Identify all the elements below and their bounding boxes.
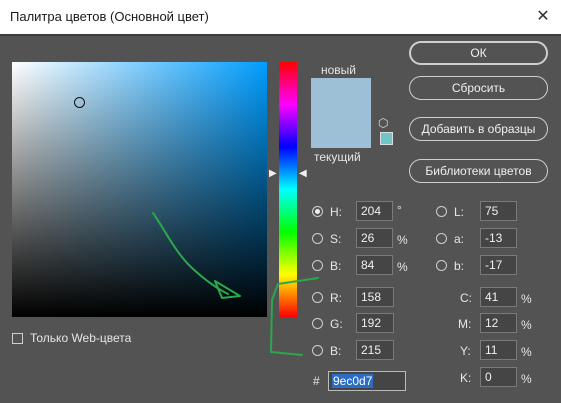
- add-to-swatches-button[interactable]: Добавить в образцы: [409, 117, 548, 141]
- g-label: G:: [330, 317, 343, 331]
- b-lab-input[interactable]: -17: [480, 255, 517, 275]
- b-rgb-label: B:: [330, 344, 342, 358]
- web-only-checkbox[interactable]: [12, 333, 23, 344]
- a-input[interactable]: -13: [480, 228, 517, 248]
- hue-slider[interactable]: [279, 62, 297, 317]
- b-hsb-label: B:: [330, 259, 342, 273]
- color-libraries-button[interactable]: Библиотеки цветов: [409, 159, 548, 183]
- s-input[interactable]: 26: [356, 228, 393, 248]
- radio-g[interactable]: [312, 318, 323, 329]
- l-label: L:: [454, 205, 465, 219]
- m-unit: %: [521, 318, 532, 332]
- radio-b-lab[interactable]: [436, 260, 447, 271]
- radio-h[interactable]: [312, 206, 323, 217]
- hex-input[interactable]: 9ec0d7: [328, 371, 406, 391]
- y-unit: %: [521, 345, 532, 359]
- l-input[interactable]: 75: [480, 201, 517, 221]
- radio-a[interactable]: [436, 233, 447, 244]
- b-lab-label: b:: [454, 259, 465, 273]
- m-input[interactable]: 12: [480, 313, 517, 333]
- reset-button[interactable]: Сбросить: [409, 76, 548, 100]
- c-label: C:: [460, 291, 472, 305]
- hex-label: #: [313, 374, 320, 388]
- hex-value: 9ec0d7: [332, 374, 374, 388]
- radio-b-rgb[interactable]: [312, 345, 323, 356]
- close-icon[interactable]: ✕: [525, 0, 561, 34]
- new-color-label: новый: [321, 63, 357, 77]
- web-safe-color-swatch[interactable]: [380, 132, 393, 145]
- k-unit: %: [521, 372, 532, 386]
- b-rgb-input[interactable]: 215: [356, 340, 394, 360]
- k-label: K:: [460, 371, 472, 385]
- s-label: S:: [330, 232, 342, 246]
- s-unit: %: [397, 233, 408, 247]
- color-picker-marker[interactable]: [74, 97, 85, 108]
- hue-slider-right-arrow-icon[interactable]: ◀: [299, 168, 307, 179]
- y-input[interactable]: 11: [480, 340, 517, 360]
- h-unit: °: [397, 203, 402, 217]
- r-label: R:: [330, 291, 342, 305]
- c-input[interactable]: 41: [480, 287, 517, 307]
- current-color-label: текущий: [314, 150, 361, 164]
- h-label: H:: [330, 205, 342, 219]
- new-color-swatch: [311, 78, 371, 113]
- radio-b-hsb[interactable]: [312, 260, 323, 271]
- radio-r[interactable]: [312, 292, 323, 303]
- hue-slider-left-arrow-icon[interactable]: ▶: [269, 168, 277, 179]
- b-hsb-input[interactable]: 84: [356, 255, 393, 275]
- current-color-swatch[interactable]: [311, 113, 371, 148]
- radio-l[interactable]: [436, 206, 447, 217]
- g-input[interactable]: 192: [356, 313, 394, 333]
- ok-button[interactable]: ОК: [409, 41, 548, 65]
- title-bar: Палитра цветов (Основной цвет) ✕: [0, 0, 561, 34]
- b-hsb-unit: %: [397, 260, 408, 274]
- c-unit: %: [521, 292, 532, 306]
- h-input[interactable]: 204: [356, 201, 393, 221]
- y-label: Y:: [460, 344, 471, 358]
- color-field[interactable]: [12, 62, 267, 317]
- r-input[interactable]: 158: [356, 287, 394, 307]
- web-only-label[interactable]: Только Web-цвета: [30, 331, 131, 345]
- title-divider: [0, 34, 561, 36]
- a-label: a:: [454, 232, 465, 246]
- cube-icon[interactable]: ⬡: [378, 116, 388, 130]
- radio-s[interactable]: [312, 233, 323, 244]
- k-input[interactable]: 0: [480, 367, 517, 387]
- window-title: Палитра цветов (Основной цвет): [10, 9, 209, 24]
- m-label: M:: [458, 317, 472, 331]
